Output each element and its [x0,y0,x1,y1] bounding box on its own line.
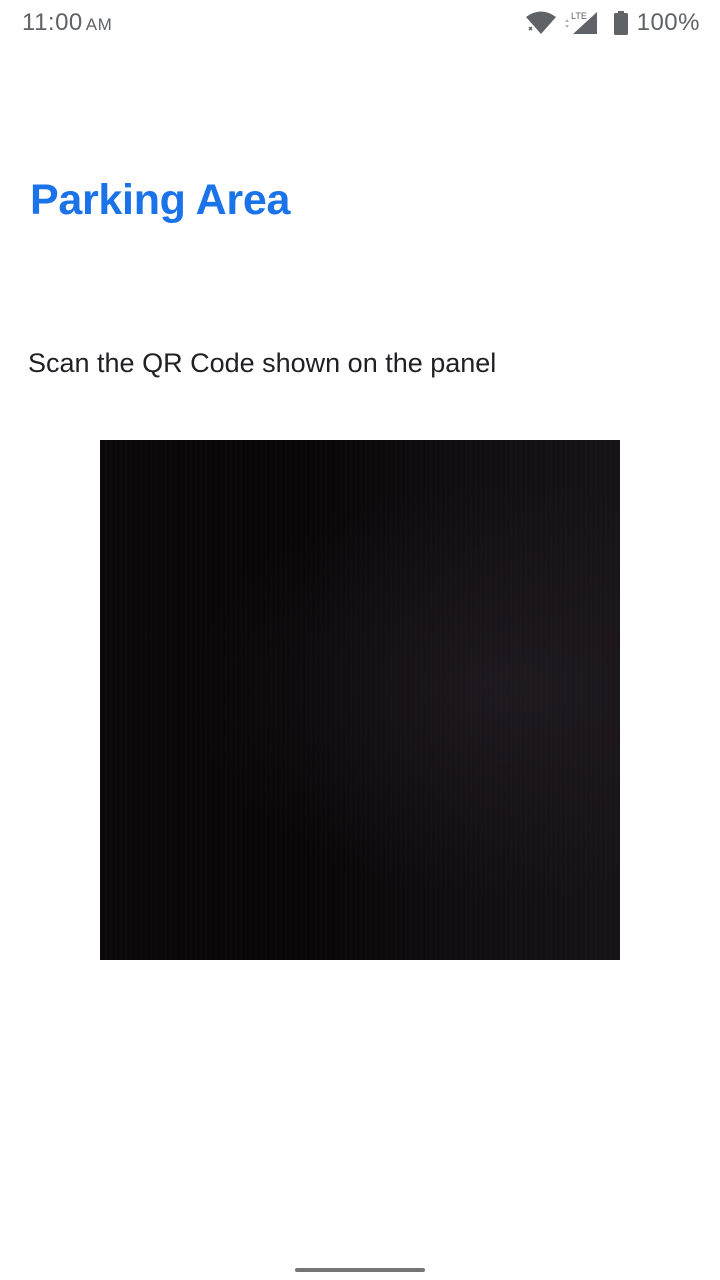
wifi-icon [525,11,556,34]
status-time: 11:00 AM [22,9,112,37]
lte-signal-icon: LTE [564,11,597,34]
status-time-ampm: AM [85,15,113,34]
status-icons: LTE 100% [525,8,700,38]
battery-icon [613,11,628,35]
status-bar: 11:00 AM LTE 100% [0,0,720,48]
gesture-nav-handle[interactable] [295,1268,425,1272]
lte-label: LTE [571,11,587,21]
scan-instruction: Scan the QR Code shown on the panel [28,348,497,378]
battery-percentage: 100% [636,9,700,36]
status-time-value: 11:00 [22,9,83,36]
screen: 11:00 AM LTE 100% Parking Area Scan the Q… [0,0,720,1280]
qr-camera-preview[interactable] [100,440,620,960]
page-title: Parking Area [30,176,291,224]
